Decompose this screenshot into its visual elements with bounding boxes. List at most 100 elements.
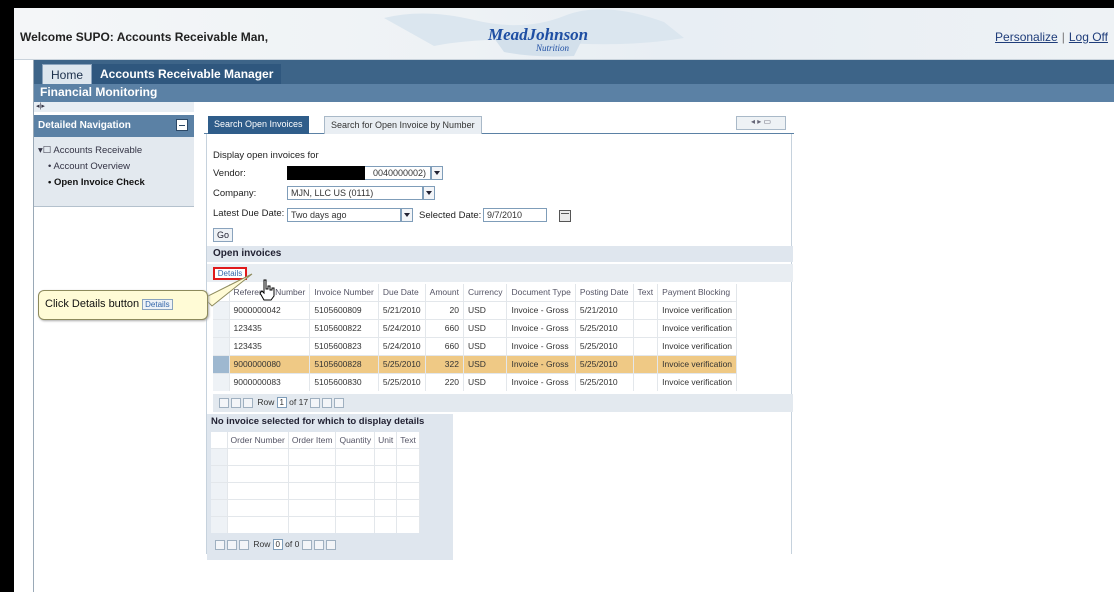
invoice-number-cell: 5105600809 <box>309 300 379 319</box>
company-field[interactable]: MJN, LLC US (0111) <box>287 186 423 200</box>
detailed-navigation-title: Detailed Navigation <box>38 120 131 131</box>
next-row-icon[interactable] <box>310 397 321 408</box>
column-header[interactable]: Order Item <box>288 432 337 448</box>
column-header[interactable]: Quantity <box>335 432 376 448</box>
latest-due-date-field[interactable]: Two days ago <box>287 208 401 222</box>
browser-viewport: Welcome SUPO: Accounts Receivable Man, M… <box>14 8 1114 592</box>
top-links: Personalize | Log Off <box>995 30 1108 44</box>
svg-text:MeadJohnson: MeadJohnson <box>487 25 588 44</box>
column-header[interactable]: Amount <box>425 284 464 301</box>
row-selector[interactable] <box>211 481 228 499</box>
row-selector[interactable] <box>213 372 230 391</box>
detailed-navigation-panel: ◂|▸ Detailed Navigation ▾☐ Accounts Rece… <box>34 102 194 592</box>
row-selector[interactable] <box>213 354 230 373</box>
form-heading: Display open invoices for <box>213 150 319 161</box>
main-content: Search Open Invoices Search for Open Inv… <box>204 114 794 564</box>
details-table-pager: Row 0 of 0 <box>211 536 449 554</box>
callout-pointer <box>204 273 253 307</box>
next-page-icon[interactable] <box>313 539 324 550</box>
table-header-row: Order Number Order Item Quantity Unit Te… <box>211 432 420 448</box>
nav-accounts-receivable[interactable]: ▾☐ Accounts Receivable <box>38 145 142 156</box>
empty-row <box>211 481 420 499</box>
select-all-header[interactable] <box>211 432 228 448</box>
row-total: of 17 <box>289 397 309 407</box>
callout-details-button: Details <box>142 299 173 310</box>
due-date-dropdown-icon[interactable] <box>401 208 413 222</box>
content-tabs: Search Open Invoices Search for Open Inv… <box>204 114 794 134</box>
posting-date-cell: 5/25/2010 <box>575 318 634 337</box>
invoice-number-cell: 5105600823 <box>309 336 379 355</box>
collapse-icon[interactable] <box>176 119 188 131</box>
prev-row-icon[interactable] <box>239 539 249 550</box>
prev-page-icon[interactable] <box>227 539 237 550</box>
open-invoices-title: Open invoices <box>207 246 793 262</box>
column-header[interactable]: Unit <box>374 432 398 448</box>
welcome-text: Welcome SUPO: Accounts Receivable Man, <box>20 30 269 44</box>
amount-cell: 660 <box>425 318 464 337</box>
row-input[interactable]: 1 <box>276 397 287 409</box>
table-row-selected[interactable]: 9000000080 5105600828 5/25/2010 322 USD … <box>213 354 738 373</box>
table-row[interactable]: 9000000042 5105600809 5/21/2010 20 USD I… <box>213 300 738 319</box>
vendor-dropdown-icon[interactable] <box>431 166 443 180</box>
document-type-cell: Invoice - Gross <box>506 372 576 391</box>
first-page-icon[interactable] <box>219 397 229 408</box>
detailed-navigation-header: Detailed Navigation <box>34 115 194 137</box>
column-header[interactable]: Posting Date <box>575 284 634 301</box>
column-header[interactable]: Currency <box>463 284 508 301</box>
row-selector[interactable] <box>211 515 228 533</box>
company-dropdown-icon[interactable] <box>423 186 435 200</box>
svg-text:Nutrition: Nutrition <box>535 43 570 53</box>
nav-open-invoice-check[interactable]: • Open Invoice Check <box>48 177 145 188</box>
invoice-number-cell: 5105600822 <box>309 318 379 337</box>
column-header[interactable]: Invoice Number <box>309 284 379 301</box>
text-cell <box>633 300 659 319</box>
column-header[interactable]: Payment Blocking <box>657 284 738 301</box>
prev-row-icon[interactable] <box>243 397 253 408</box>
currency-cell: USD <box>463 354 508 373</box>
first-page-icon[interactable] <box>215 539 225 550</box>
row-selector[interactable] <box>211 447 228 465</box>
last-page-icon[interactable] <box>325 539 336 550</box>
latest-due-date-label: Latest Due Date: <box>213 208 285 219</box>
selected-date-field[interactable]: 9/7/2010 <box>483 208 547 222</box>
tab-accounts-receivable-manager[interactable]: Accounts Receivable Manager <box>92 64 282 84</box>
last-page-icon[interactable] <box>334 397 345 408</box>
tab-home[interactable]: Home <box>42 64 93 84</box>
column-header[interactable]: Text <box>396 432 420 448</box>
column-header[interactable]: Due Date <box>378 284 426 301</box>
tab-search-open-invoices[interactable]: Search Open Invoices <box>208 116 309 134</box>
document-type-cell: Invoice - Gross <box>506 300 576 319</box>
next-row-icon[interactable] <box>301 539 312 550</box>
go-button[interactable]: Go <box>213 228 233 242</box>
next-page-icon[interactable] <box>322 397 333 408</box>
nav-account-overview[interactable]: • Account Overview <box>48 161 130 172</box>
tab-financial-monitoring[interactable]: Financial Monitoring <box>40 85 157 99</box>
table-row[interactable]: 123435 5105600822 5/24/2010 660 USD Invo… <box>213 318 738 337</box>
table-row[interactable]: 9000000083 5105600830 5/25/2010 220 USD … <box>213 372 738 391</box>
row-selector[interactable] <box>211 498 228 516</box>
tab-scroll-buttons[interactable]: ◂ ▸ ▭ <box>736 116 786 130</box>
payment-blocking-cell: Invoice verification <box>657 354 738 373</box>
personalize-link[interactable]: Personalize <box>995 30 1058 44</box>
calendar-icon[interactable] <box>559 210 571 222</box>
logoff-link[interactable]: Log Off <box>1069 30 1108 44</box>
table-row[interactable]: 123435 5105600823 5/24/2010 660 USD Invo… <box>213 336 738 355</box>
row-selector[interactable] <box>213 318 230 337</box>
selected-date-label: Selected Date: <box>419 210 482 221</box>
row-selector[interactable] <box>211 464 228 482</box>
column-header[interactable]: Document Type <box>506 284 576 301</box>
nav-history-arrows[interactable]: ◂|▸ <box>34 102 194 112</box>
link-separator: | <box>1061 30 1065 44</box>
hand-cursor-icon <box>259 279 275 301</box>
document-type-cell: Invoice - Gross <box>506 336 576 355</box>
row-selector[interactable] <box>213 336 230 355</box>
invoice-details-section: No invoice selected for which to display… <box>207 414 453 560</box>
tab-search-invoice-by-number[interactable]: Search for Open Invoice by Number <box>324 116 482 134</box>
prev-page-icon[interactable] <box>231 397 241 408</box>
column-header[interactable]: Text <box>633 284 659 301</box>
document-type-cell: Invoice - Gross <box>506 318 576 337</box>
payment-blocking-cell: Invoice verification <box>657 318 738 337</box>
row-input[interactable]: 0 <box>272 539 283 551</box>
posting-date-cell: 5/21/2010 <box>575 300 634 319</box>
column-header[interactable]: Order Number <box>227 432 289 448</box>
